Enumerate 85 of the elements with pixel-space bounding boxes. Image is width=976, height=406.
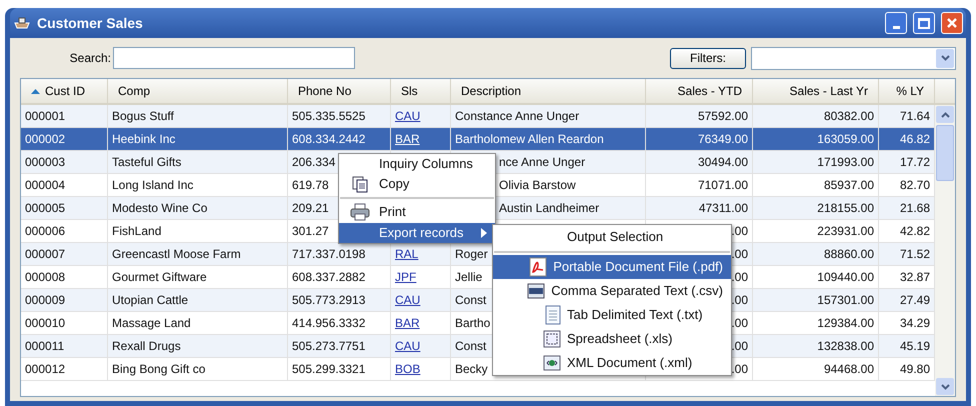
sales-last-yr-cell-text: 171993.00 [817, 154, 874, 171]
search-label: Search: [68, 50, 112, 67]
company-cell-text: Utopian Cattle [112, 292, 188, 309]
phone-cell-text: 608.334.2442 [292, 131, 366, 148]
percent-ly-cell-text: 71.64 [900, 108, 930, 125]
cust-id-cell-text: 000002 [25, 131, 66, 148]
phone-cell-text: 608.337.2882 [292, 269, 366, 286]
description-cell-text: Constance Anne Unger [455, 108, 580, 125]
window-title: Customer Sales [37, 14, 144, 32]
sales-last-yr-cell-text: 85937.00 [824, 177, 874, 194]
phone-cell-text: 505.773.2913 [292, 292, 366, 309]
percent-ly-cell-text: 34.29 [900, 315, 930, 332]
percent-ly-cell-text: 42.82 [900, 223, 930, 240]
company-cell-text: FishLand [112, 223, 162, 240]
sales-ytd-cell-text: 71071.00 [698, 177, 748, 194]
sales-ytd-cell-text: .00 [731, 292, 748, 309]
percent-ly-cell-text: 17.72 [900, 154, 930, 171]
sales-last-yr-cell-text: 163059.00 [817, 131, 874, 148]
cust-id-cell-text: 000008 [25, 269, 66, 286]
sales-ytd-cell-text: .00 [731, 338, 748, 355]
sales-ytd-cell-text: 47311.00 [698, 200, 748, 217]
sales-last-yr-cell-text: 80382.00 [824, 108, 874, 125]
sales-last-yr-cell-text: 157301.00 [817, 292, 874, 309]
sales-last-yr-cell-text: 223931.00 [817, 223, 874, 240]
cust-id-cell-text: 000005 [25, 200, 66, 217]
company-cell-text: Gourmet Giftware [112, 269, 207, 286]
sales-ytd-cell-text: .00 [731, 361, 748, 378]
sales-last-yr-cell-text: 132838.00 [817, 338, 874, 355]
company-cell-text: Bing Bong Gift co [112, 361, 206, 378]
sales-last-yr-cell-text: 218155.00 [817, 200, 874, 217]
cust-id-cell-text: 000011 [25, 338, 64, 355]
phone-cell-text: 619.78 [292, 177, 329, 194]
description-cell-text: Roger [455, 246, 488, 263]
cust-id-cell-text: 000010 [25, 315, 66, 332]
percent-ly-cell-text: 21.68 [900, 200, 930, 217]
phone-cell-text: 209.21 [292, 200, 329, 217]
percent-ly-cell-text: 82.70 [900, 177, 930, 194]
phone-cell-text: 206.334 [292, 154, 336, 171]
percent-ly-cell-text: 45.19 [900, 338, 930, 355]
company-cell-text: Tasteful Gifts [112, 154, 182, 171]
cust-id-cell-text: 000007 [25, 246, 66, 263]
company-cell-text: Rexall Drugs [112, 338, 181, 355]
description-cell-text: Olivia Barstow [499, 177, 576, 194]
sales-ytd-cell-text: 57592.00 [698, 108, 748, 125]
company-cell-text: Massage Land [112, 315, 191, 332]
percent-ly-cell-text: 49.80 [900, 361, 930, 378]
percent-ly-cell-text: 71.52 [900, 246, 930, 263]
sales-ytd-cell-text: .00 [731, 315, 748, 332]
description-cell-text: Becky [455, 361, 488, 378]
sales-last-yr-cell-text: 88860.00 [824, 246, 874, 263]
phone-cell-text: 414.956.3332 [292, 315, 366, 332]
cust-id-cell-text: 000009 [25, 292, 66, 309]
company-cell-text: Bogus Stuff [112, 108, 174, 125]
description-cell-text: Austin Landheimer [499, 200, 600, 217]
description-cell-text: Bartholomew Allen Reardon [455, 131, 604, 148]
cust-id-cell-text: 000006 [25, 223, 66, 240]
percent-ly-cell-text: 27.49 [900, 292, 930, 309]
company-cell-text: Heebink Inc [112, 131, 176, 148]
sales-last-yr-cell-text: 129384.00 [817, 315, 874, 332]
cust-id-cell-text: 000004 [25, 177, 66, 194]
company-cell-text: Modesto Wine Co [112, 200, 208, 217]
sales-last-yr-cell-text: 94468.00 [824, 361, 874, 378]
company-cell-text: Long Island Inc [112, 177, 194, 194]
description-cell-text: Const [455, 292, 486, 309]
cust-id-cell-text: 000003 [25, 154, 66, 171]
percent-ly-cell-text: 46.82 [900, 131, 930, 148]
phone-cell-text: 505.273.7751 [292, 338, 366, 355]
description-cell-text: nce Anne Unger [499, 154, 586, 171]
phone-cell-text: 505.299.3321 [292, 361, 366, 378]
description-cell-text: Bartho [455, 315, 490, 332]
sales-ytd-cell-text: .00 [731, 223, 748, 240]
sales-last-yr-cell-text: 109440.00 [817, 269, 874, 286]
cust-id-cell-text: 000012 [25, 361, 66, 378]
sales-ytd-cell-text: 30494.00 [698, 154, 748, 171]
phone-cell-text: 717.337.0198 [292, 246, 366, 263]
sales-ytd-cell-text: 76349.00 [698, 131, 748, 148]
sales-ytd-cell-text: .00 [731, 246, 748, 263]
sales-ytd-cell-text: .00 [731, 269, 748, 286]
percent-ly-cell-text: 32.87 [900, 269, 930, 286]
phone-cell-text: 301.27 [292, 223, 329, 240]
phone-cell-text: 505.335.5525 [292, 108, 366, 125]
company-cell-text: Greencastl Moose Farm [112, 246, 241, 263]
description-cell-text: Jellie [455, 269, 482, 286]
cust-id-cell-text: 000001 [25, 108, 66, 125]
description-cell-text: Const [455, 338, 486, 355]
